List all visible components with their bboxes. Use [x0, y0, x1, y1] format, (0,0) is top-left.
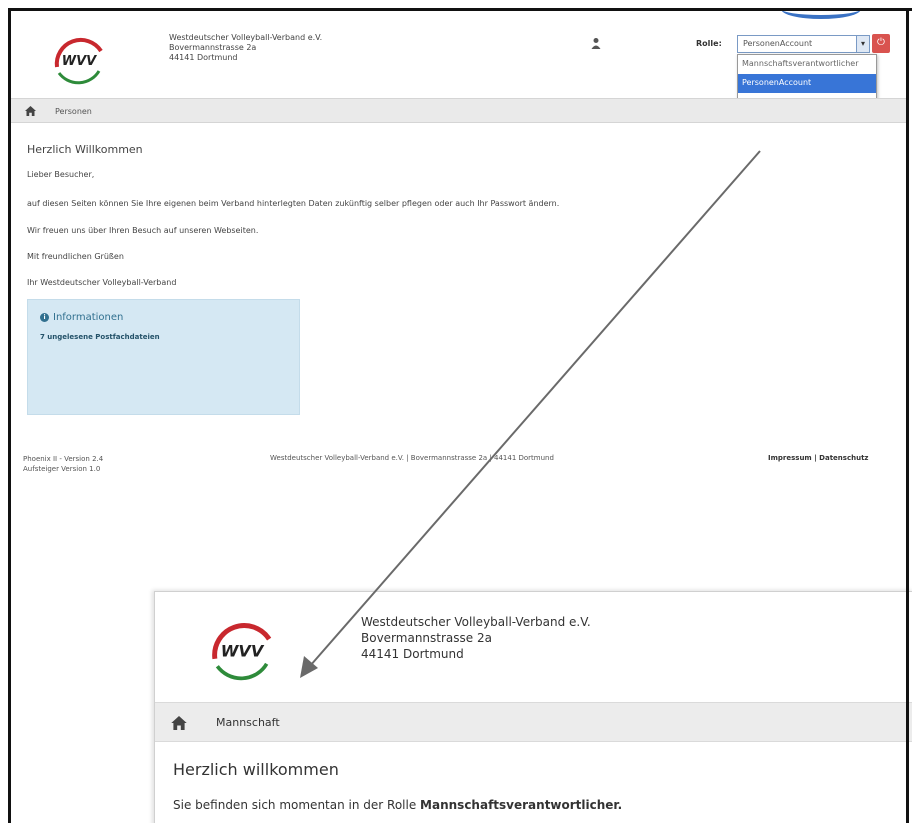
org-street-large: Bovermannstrasse 2a: [361, 631, 492, 645]
org-address-large: Westdeutscher Volleyball-Verband e.V. Bo…: [361, 614, 591, 662]
footer-address: Westdeutscher Volleyball-Verband e.V. | …: [270, 454, 554, 462]
svg-text:WVV: WVV: [221, 641, 265, 660]
wvv-logo-large[interactable]: WVV: [205, 612, 279, 686]
power-icon: ⏻: [877, 37, 885, 48]
impressum-link[interactable]: Impressum: [768, 454, 812, 462]
org-name-large: Westdeutscher Volleyball-Verband e.V.: [361, 615, 591, 629]
role-select[interactable]: PersonenAccount: [737, 35, 863, 53]
intro-text: auf diesen Seiten können Sie Ihre eigene…: [27, 199, 560, 208]
org-street: Bovermannstrasse 2a: [169, 43, 257, 52]
blue-swoosh-decoration: [781, 11, 861, 19]
regards-text: Mit freundlichen Grüßen: [27, 252, 124, 261]
greeting: Lieber Besucher,: [27, 170, 95, 179]
org-city-large: 44141 Dortmund: [361, 647, 464, 661]
info-title: Informationen: [53, 312, 124, 323]
version-text: Phoenix II - Version 2.4: [23, 455, 104, 463]
role-message: Sie befinden sich momentan in der Rolle …: [173, 798, 622, 812]
role-label: Rolle:: [696, 39, 722, 48]
footer-separator: |: [814, 454, 817, 462]
nav-item-personen[interactable]: Personen: [55, 107, 92, 116]
org-address: Westdeutscher Volleyball-Verband e.V. Bo…: [169, 33, 322, 63]
info-icon: i: [40, 313, 49, 322]
logout-button[interactable]: ⏻: [872, 34, 890, 53]
footer-links: Impressum | Datenschutz: [768, 454, 869, 462]
footer-version: Phoenix II - Version 2.4 Aufsteiger Vers…: [23, 454, 103, 474]
role-message-prefix: Sie befinden sich momentan in der Rolle: [173, 798, 417, 812]
top-nav-bar: Personen: [11, 98, 906, 123]
wvv-logo[interactable]: WVV: [49, 29, 109, 89]
org-city: 44141 Dortmund: [169, 53, 238, 62]
chevron-down-icon[interactable]: ▾: [856, 35, 870, 53]
sub-version-text: Aufsteiger Version 1.0: [23, 465, 101, 473]
frame-border-right: [906, 8, 909, 823]
home-icon[interactable]: [25, 106, 36, 116]
info-panel: i Informationen 7 ungelesene Postfachdat…: [27, 299, 300, 415]
unread-mail-link[interactable]: 7 ungelesene Postfachdateien: [40, 333, 160, 341]
page-title-large: Herzlich willkommen: [173, 760, 339, 779]
org-name: Westdeutscher Volleyball-Verband e.V.: [169, 33, 323, 42]
zoomed-page: WVV Westdeutscher Volleyball-Verband e.V…: [154, 591, 912, 823]
nav-bar-large: Mannschaft: [155, 702, 912, 742]
signature-text: Ihr Westdeutscher Volleyball-Verband: [27, 278, 177, 287]
role-option-mannschaft[interactable]: Mannschaftsverantwortlicher: [738, 55, 876, 74]
thanks-text: Wir freuen uns über Ihren Besuch auf uns…: [27, 226, 259, 235]
svg-text:WVV: WVV: [62, 54, 97, 69]
role-option-personen[interactable]: PersonenAccount: [738, 74, 876, 93]
nav-item-mannschaft[interactable]: Mannschaft: [216, 716, 280, 729]
datenschutz-link[interactable]: Datenschutz: [819, 454, 868, 462]
home-icon[interactable]: [171, 716, 187, 730]
page-title: Herzlich Willkommen: [27, 143, 143, 156]
top-header: WVV Westdeutscher Volleyball-Verband e.V…: [11, 11, 906, 113]
user-icon[interactable]: [591, 37, 601, 49]
screenshot-frame: WVV Westdeutscher Volleyball-Verband e.V…: [8, 8, 912, 823]
role-name: Mannschaftsverantwortlicher.: [420, 798, 623, 812]
